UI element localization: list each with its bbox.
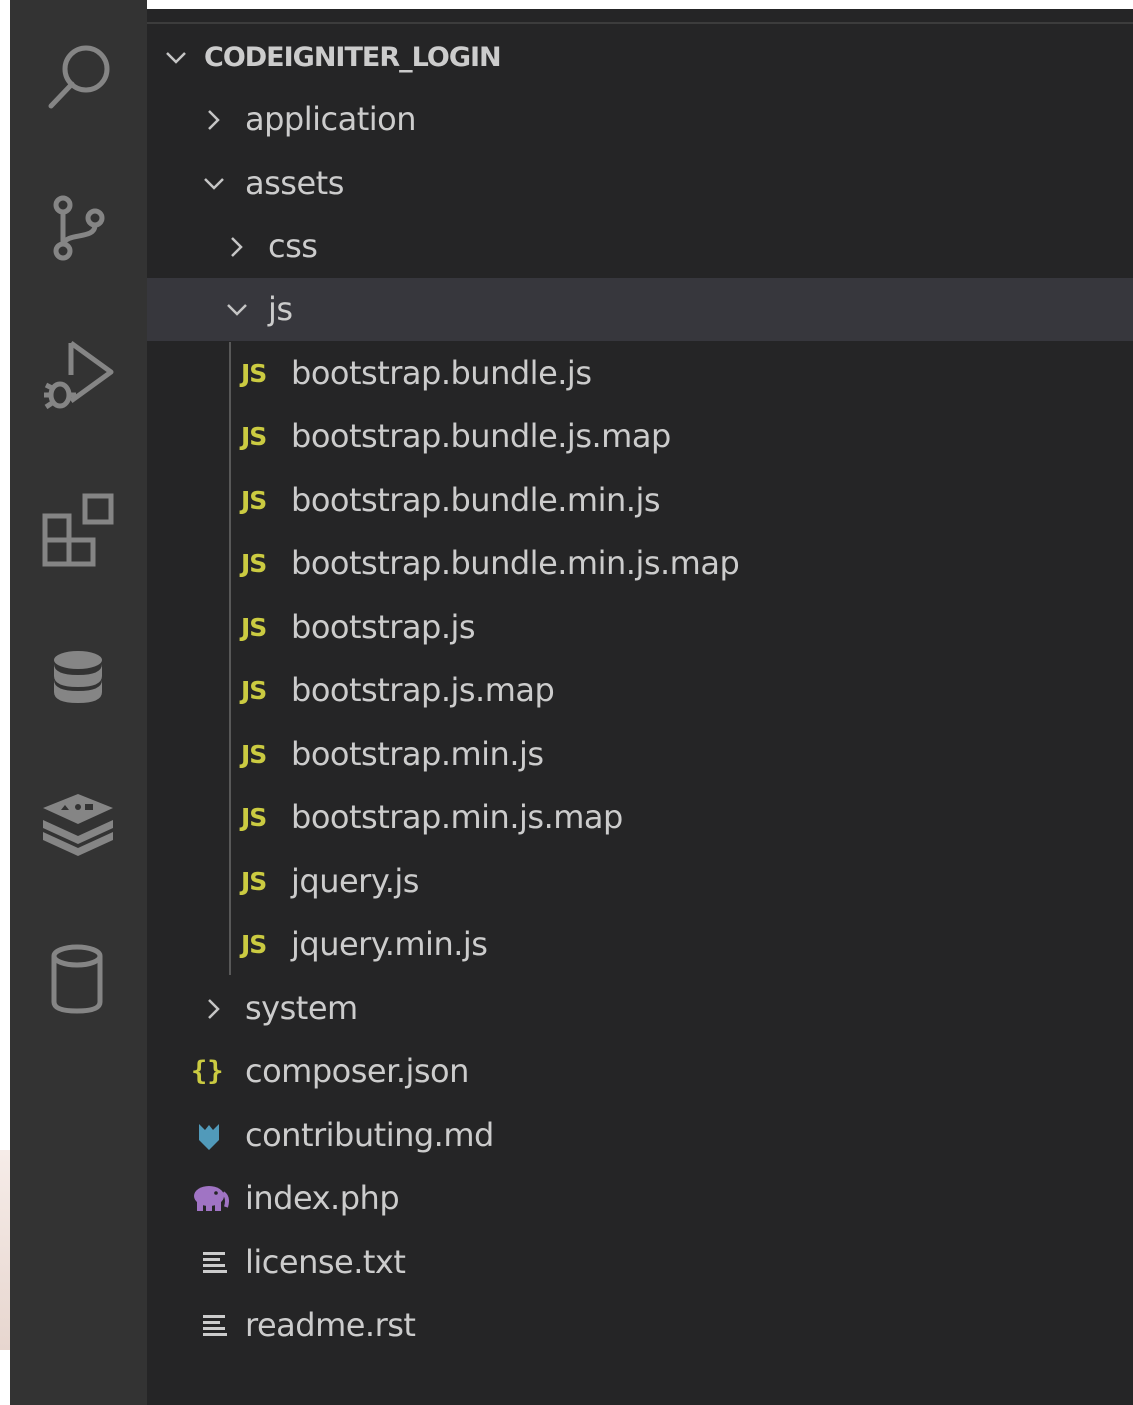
tree-item-file[interactable]: JS bootstrap.bundle.js	[147, 342, 1133, 405]
redis-icon[interactable]	[38, 786, 118, 866]
tree-item-assets[interactable]: assets	[147, 152, 1133, 215]
source-control-icon[interactable]	[38, 188, 118, 268]
chevron-right-icon	[222, 232, 252, 262]
tree-item-label: license.txt	[245, 1243, 406, 1281]
tree-item-label: assets	[245, 164, 344, 202]
text-file-icon	[201, 1310, 229, 1342]
explorer-root-label: CODEIGNITER_LOGIN	[204, 42, 502, 73]
tree-item-label: contributing.md	[245, 1116, 494, 1154]
chevron-down-icon	[199, 169, 229, 199]
tree-item-label: bootstrap.min.js	[291, 735, 544, 773]
database-icon[interactable]	[38, 640, 118, 720]
tree-item-file[interactable]: JS bootstrap.min.js.map	[147, 786, 1133, 849]
tree-item-label: css	[268, 227, 318, 265]
javascript-file-icon: JS	[241, 359, 267, 388]
tree-item-file[interactable]: JS bootstrap.js	[147, 596, 1133, 659]
tree-item-system[interactable]: system	[147, 977, 1133, 1040]
tree-item-label: jquery.min.js	[291, 925, 488, 963]
chevron-right-icon	[199, 994, 229, 1024]
explorer-root-header[interactable]: CODEIGNITER_LOGIN	[147, 26, 1133, 89]
markdown-file-icon	[193, 1120, 225, 1152]
window-edge	[0, 0, 10, 1405]
javascript-file-icon: JS	[241, 930, 267, 959]
javascript-file-icon: JS	[241, 549, 267, 578]
tree-item-label: application	[245, 100, 417, 138]
javascript-file-icon: JS	[241, 613, 267, 642]
tree-item-application[interactable]: application	[147, 88, 1133, 151]
tree-item-js[interactable]: js	[147, 278, 1133, 341]
extensions-icon[interactable]	[38, 490, 118, 570]
panel-top-border	[147, 22, 1133, 24]
tree-item-file[interactable]: contributing.md	[147, 1104, 1133, 1167]
javascript-file-icon: JS	[241, 422, 267, 451]
tree-item-label: bootstrap.js.map	[291, 671, 555, 709]
javascript-file-icon: JS	[241, 867, 267, 896]
tree-item-file[interactable]: JS jquery.min.js	[147, 913, 1133, 976]
tree-item-label: js	[268, 290, 293, 328]
tree-item-label: bootstrap.bundle.js.map	[291, 417, 671, 455]
tree-item-label: system	[245, 989, 358, 1027]
tree-item-file[interactable]: JS bootstrap.bundle.min.js	[147, 469, 1133, 532]
tree-item-label: bootstrap.bundle.js	[291, 354, 592, 392]
json-file-icon: {}	[191, 1056, 224, 1087]
tree-item-label: readme.rst	[245, 1306, 416, 1344]
tree-item-file[interactable]: license.txt	[147, 1231, 1133, 1294]
tree-item-label: index.php	[245, 1179, 400, 1217]
tree-item-file[interactable]: JS bootstrap.bundle.js.map	[147, 405, 1133, 468]
tree-item-file[interactable]: JS jquery.js	[147, 850, 1133, 913]
javascript-file-icon: JS	[241, 676, 267, 705]
tree-item-label: jquery.js	[291, 862, 419, 900]
chevron-down-icon	[161, 43, 191, 73]
text-file-icon	[201, 1247, 229, 1279]
tree-item-file[interactable]: JS bootstrap.min.js	[147, 723, 1133, 786]
tree-item-file[interactable]: {} composer.json	[147, 1040, 1133, 1103]
cylinder-icon[interactable]	[38, 938, 118, 1018]
chevron-right-icon	[199, 105, 229, 135]
tree-item-file[interactable]: JS bootstrap.bundle.min.js.map	[147, 532, 1133, 595]
window-edge-shade	[0, 1150, 10, 1350]
tree-item-css[interactable]: css	[147, 215, 1133, 278]
php-elephant-icon	[189, 1183, 229, 1215]
activity-bar	[10, 0, 147, 1405]
chevron-down-icon	[222, 295, 252, 325]
search-icon[interactable]	[38, 37, 118, 117]
tree-item-file[interactable]: readme.rst	[147, 1294, 1133, 1357]
tree-item-label: composer.json	[245, 1052, 469, 1090]
tree-item-label: bootstrap.bundle.min.js.map	[291, 544, 740, 582]
explorer-panel: CODEIGNITER_LOGIN application assets css…	[147, 0, 1133, 1405]
javascript-file-icon: JS	[241, 803, 267, 832]
run-and-debug-icon[interactable]	[38, 335, 118, 415]
javascript-file-icon: JS	[241, 486, 267, 515]
tree-item-file[interactable]: index.php	[147, 1167, 1133, 1230]
tree-item-label: bootstrap.min.js.map	[291, 798, 623, 836]
tree-item-label: bootstrap.js	[291, 608, 476, 646]
tree-item-label: bootstrap.bundle.min.js	[291, 481, 661, 519]
panel-top-gap	[147, 0, 1133, 9]
javascript-file-icon: JS	[241, 740, 267, 769]
tree-item-file[interactable]: JS bootstrap.js.map	[147, 659, 1133, 722]
